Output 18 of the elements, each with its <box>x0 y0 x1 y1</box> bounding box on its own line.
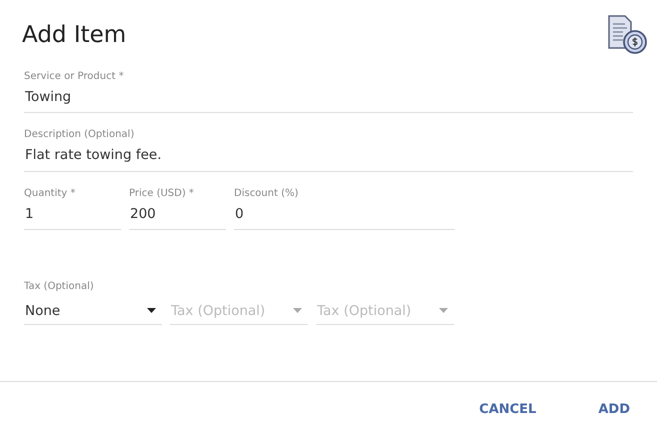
number-field[interactable]: 0 <box>234 198 455 230</box>
field-label: Tax (Optional) <box>24 282 95 292</box>
field-label: Discount (%) <box>234 188 300 198</box>
field-label: Description (Optional) <box>24 130 136 140</box>
number-field[interactable]: 200 <box>129 198 226 230</box>
field-label: Service or Product * <box>24 72 125 82</box>
text-field[interactable]: Towing <box>24 82 633 114</box>
cancel-button[interactable]: CANCEL <box>467 397 548 422</box>
caret-icon <box>147 308 156 314</box>
tax-dropdown[interactable]: None <box>24 296 162 325</box>
caret-icon <box>439 308 448 314</box>
field-label: Price (USD) * <box>129 188 195 198</box>
add-button[interactable]: ADD <box>586 397 642 422</box>
number-field[interactable]: 1 <box>24 198 121 230</box>
caret-icon <box>293 308 302 314</box>
text-field[interactable]: Flat rate towing fee. <box>24 140 633 172</box>
dialog-title: Add Item <box>22 22 126 50</box>
field-label: Quantity * <box>24 188 76 198</box>
